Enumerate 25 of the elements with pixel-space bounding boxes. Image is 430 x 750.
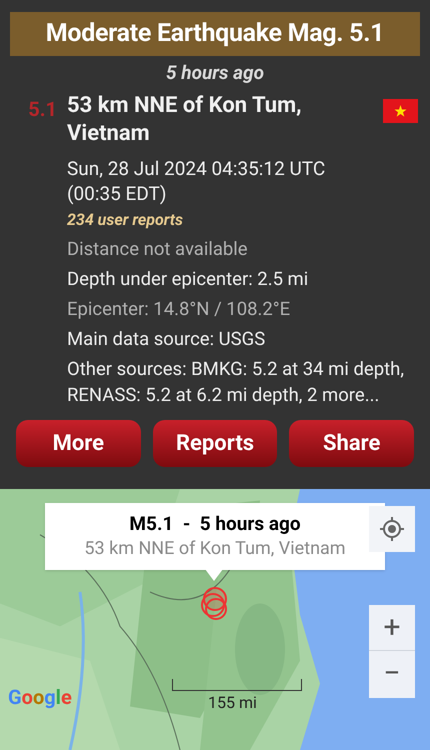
magnitude-value: 5.1 (28, 97, 57, 123)
flag-icon (383, 99, 418, 123)
scale-label: 155 mi (208, 693, 257, 713)
action-button[interactable]: Share (289, 420, 414, 467)
detail-text: Epicenter: 14.8°N / 108.2°E (67, 297, 292, 322)
action-button[interactable]: More (16, 420, 141, 467)
event-datetime: Sun, 28 Jul 2024 04:35:12 UTC (00:35 EDT) (67, 156, 326, 206)
detail-text: Main data source: USGS (67, 327, 266, 352)
user-reports-link[interactable]: 234 user reports (67, 208, 422, 232)
detail-text: Depth under epicenter: 2.5 mi (67, 267, 310, 292)
map-popup[interactable]: M5.1 - 5 hours ago 53 km NNE of Kon Tum, Vietnam (45, 503, 385, 570)
popup-pointer-icon (205, 569, 223, 581)
banner-title: Moderate Earthquake Mag. 5.1 (10, 12, 420, 56)
location-target-icon (379, 516, 405, 542)
popup-title: M5.1 - 5 hours ago (129, 512, 301, 536)
google-logo: Google (8, 685, 72, 709)
detail-text: Distance not available (67, 237, 249, 262)
zoom-in-button[interactable]: + (369, 605, 415, 651)
time-ago: 5 hours ago (166, 60, 264, 86)
event-location: 53 km NNE of Kon Tum, Vietnam (67, 92, 303, 148)
detail-text: Other sources: BMKG: 5.2 at 34 mi depth, RENASS: 5.2 at 6.2 mi depth, 2 more... (67, 357, 405, 408)
zoom-out-button[interactable]: − (369, 651, 415, 697)
my-location-button[interactable] (369, 506, 415, 552)
action-button[interactable]: Reports (152, 420, 278, 467)
popup-subtitle: 53 km NNE of Kon Tum, Vietnam (84, 536, 346, 560)
